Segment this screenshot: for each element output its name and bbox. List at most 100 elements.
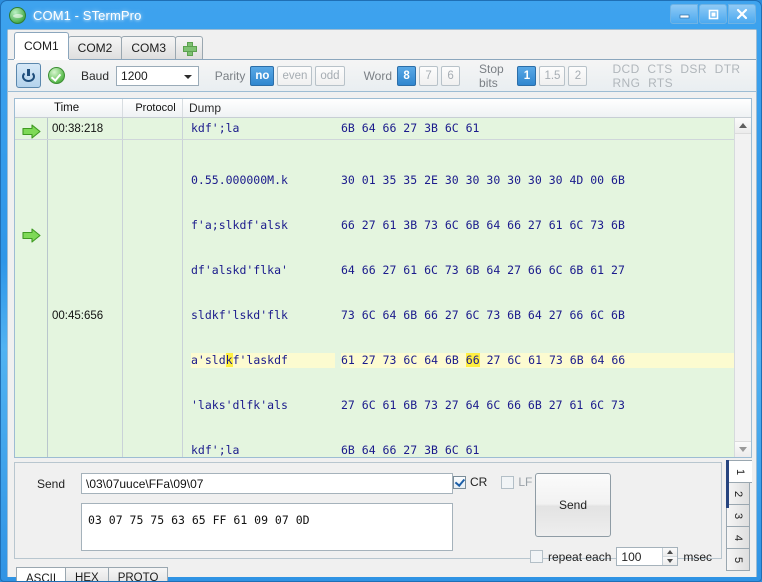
client-area: COM1 COM2 COM3 Baud 1200 Parity no even … (7, 29, 757, 581)
dump-ascii-line: kdf';la (191, 121, 240, 135)
parity-option-no[interactable]: no (250, 65, 275, 86)
stopbits-option-2[interactable]: 2 (568, 65, 588, 86)
app-icon (9, 6, 26, 24)
triangle-down-icon (739, 447, 747, 452)
table-row[interactable]: 00:38:218 kdf';la 6B 64 66 27 3B 6C 61 (15, 118, 735, 140)
log-body[interactable]: 00:38:218 kdf';la 6B 64 66 27 3B 6C 61 0… (15, 118, 751, 457)
dump-ascii-line: sldkf'lskd'flk (191, 308, 288, 322)
dump-ascii-line: 0.55.000000M.k (191, 173, 288, 187)
header-protocol: Protocol (123, 99, 183, 117)
minimize-button[interactable] (670, 4, 698, 24)
signal-rng: RNG (612, 75, 641, 90)
header-dump: Dump (189, 101, 222, 115)
parity-option-odd[interactable]: odd (315, 65, 345, 86)
parity-group: no even odd (250, 65, 347, 86)
stopbits-option-15[interactable]: 1.5 (539, 65, 566, 86)
chevron-down-icon (183, 74, 192, 79)
add-tab-button[interactable] (175, 36, 204, 59)
arrow-right-green-icon (21, 228, 41, 243)
signal-dcd: DCD (612, 61, 640, 76)
baud-select[interactable]: 1200 (116, 65, 199, 86)
tab-com2[interactable]: COM2 (67, 36, 123, 59)
dump-ascii: 0.55.000000M.k f'a;slkdf'alsk df'alskd'f… (183, 143, 335, 457)
dump-ascii-line: kdf';la (191, 443, 240, 457)
triangle-up-icon (739, 123, 747, 128)
log-vertical-scrollbar[interactable] (734, 118, 751, 457)
close-button[interactable] (728, 4, 756, 24)
triangle-up-icon (667, 550, 674, 554)
preset-tab-2[interactable]: 2 (726, 482, 750, 505)
cr-label: CR (470, 475, 488, 489)
word-option-7[interactable]: 7 (419, 65, 439, 86)
tab-com3[interactable]: COM3 (121, 36, 177, 59)
com-tab-bar: COM1 COM2 COM3 (8, 30, 756, 60)
tab-com1[interactable]: COM1 (14, 32, 69, 59)
header-gutter (15, 99, 48, 117)
view-mode-tab-bar: ASCII HEX PROTO (16, 567, 169, 581)
stopbits-label: Stop bits (479, 61, 504, 90)
scroll-down-button[interactable] (735, 441, 751, 457)
preset-tab-1-label: 1 (734, 468, 747, 475)
row-dump: 0.55.000000M.k f'a;slkdf'alsk df'alskd'f… (183, 140, 735, 457)
baud-label: Baud (81, 68, 110, 83)
stepper-up-button[interactable] (663, 548, 678, 557)
log-header-row: Time Protocol Dump (15, 99, 751, 118)
log-rows: 00:38:218 kdf';la 6B 64 66 27 3B 6C 61 0… (15, 118, 735, 457)
dump-hex: 6B 64 66 27 3B 6C 61 (335, 121, 735, 136)
tab-proto[interactable]: PROTO (107, 567, 169, 581)
repeat-interval-value: 100 (621, 549, 642, 564)
tab-com2-label: COM2 (77, 41, 113, 55)
row-protocol (123, 140, 183, 457)
stopbits-option-1[interactable]: 1 (517, 65, 537, 86)
dump-hex-line: 73 6C 64 6B 66 27 6C 73 6B 64 27 66 6C 6… (341, 308, 625, 322)
send-panel: Send 03 07 75 75 63 65 FF 61 09 07 0D CR… (14, 462, 722, 559)
plus-icon (183, 42, 198, 56)
preset-tab-indicator (726, 460, 729, 508)
row-time: 00:45:656 (48, 140, 123, 457)
dump-hex-line: 6B 64 66 27 3B 6C 61 (341, 443, 480, 457)
tab-com3-label: COM3 (131, 41, 167, 55)
preset-tab-5[interactable]: 5 (726, 548, 750, 571)
parity-option-even[interactable]: even (277, 65, 313, 86)
tab-ascii[interactable]: ASCII (16, 567, 67, 581)
cr-checkbox[interactable] (453, 475, 466, 489)
tab-com1-label: COM1 (24, 39, 59, 53)
window-title: COM1 - STermPro (33, 7, 142, 23)
stepper-buttons[interactable] (662, 548, 678, 565)
preset-tab-3[interactable]: 3 (726, 504, 750, 527)
preset-tab-4[interactable]: 4 (726, 526, 750, 549)
repeat-checkbox[interactable] (530, 550, 543, 563)
lf-label: LF (518, 475, 533, 489)
dump-hex-line: 30 01 35 35 2E 30 30 30 30 30 30 4D 00 6… (341, 173, 625, 187)
dump-ascii-line: df'alskd'flka' (191, 263, 288, 277)
maximize-button[interactable] (699, 4, 727, 24)
row-protocol (123, 118, 183, 139)
stepper-down-button[interactable] (663, 557, 678, 565)
app-window: COM1 - STermPro COM1 COM2 COM3 Baud 1200… (0, 0, 762, 582)
tab-hex[interactable]: HEX (65, 567, 109, 581)
send-input[interactable] (81, 473, 453, 494)
parity-label: Parity (214, 68, 246, 83)
table-row[interactable]: 00:45:656 0.55.000000M.k f'a;slkdf'alsk … (15, 140, 735, 457)
lf-checkbox[interactable] (501, 475, 515, 489)
repeat-interval-stepper[interactable]: 100 (616, 547, 679, 566)
word-option-8[interactable]: 8 (397, 65, 417, 86)
power-button[interactable] (16, 63, 41, 88)
scroll-up-button[interactable] (735, 118, 751, 134)
word-label: Word (363, 68, 393, 83)
word-group: 8 7 6 (397, 65, 463, 86)
dump-hex: 30 01 35 35 2E 30 30 30 30 30 30 4D 00 6… (335, 143, 735, 457)
log-table: Time Protocol Dump 00:38:218 kdf';la 6B … (14, 98, 752, 458)
send-button[interactable]: Send (535, 473, 611, 537)
signal-cts: CTS (647, 61, 673, 76)
preset-tab-1[interactable]: 1 (726, 460, 752, 483)
dump-ascii-line: 'laks'dlfk'als (191, 398, 288, 412)
window-controls (670, 4, 756, 24)
line-ending-options: CR LF (453, 475, 542, 489)
signal-indicators: DCD CTS DSR DTR RNG RTS (612, 62, 756, 90)
word-option-6[interactable]: 6 (441, 65, 461, 86)
dump-ascii-highlight: k (225, 353, 233, 367)
signal-rts: RTS (648, 75, 674, 90)
row-time: 00:38:218 (48, 118, 123, 139)
status-ok-icon (48, 67, 65, 84)
